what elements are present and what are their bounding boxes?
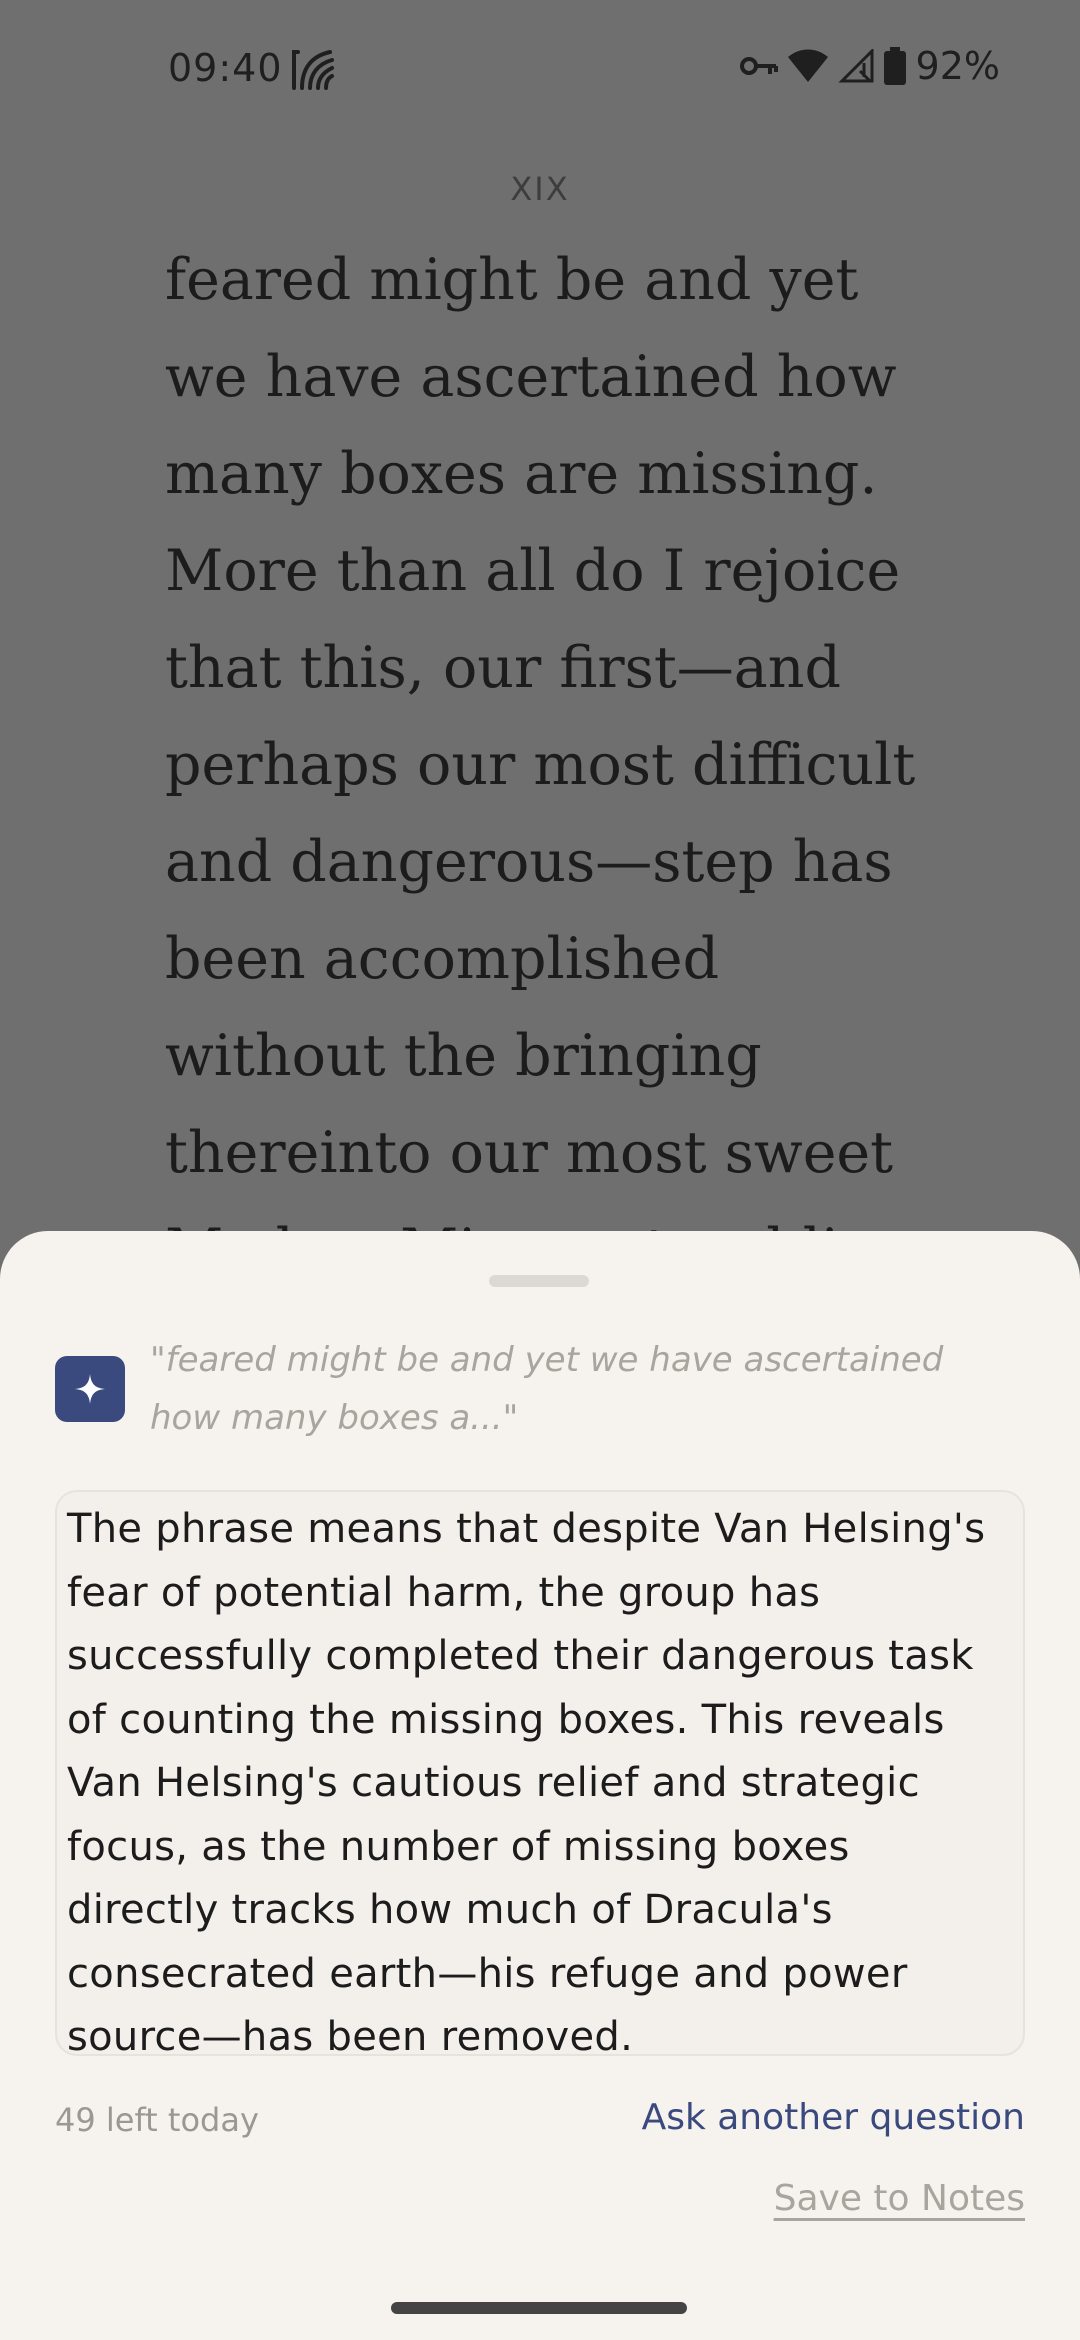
text-line: More than all do I rejoice	[165, 538, 901, 604]
text-line: feared might be and yet	[165, 247, 859, 313]
text-line: we have ascertained how	[165, 344, 897, 410]
battery-percentage: 92%	[915, 44, 1000, 88]
answer-text: The phrase means that despite Van Helsin…	[67, 1506, 986, 2060]
drag-handle[interactable]	[489, 1275, 589, 1287]
text-line: that this, our first—and	[165, 635, 841, 701]
book-page-text[interactable]: feared might be and yet we have ascertai…	[165, 232, 965, 1299]
text-line: perhaps our most difficult	[165, 732, 916, 798]
sparkle-icon	[55, 1356, 125, 1422]
ask-another-question-button[interactable]: Ask another question	[642, 2097, 1025, 2138]
app-notification-icon	[290, 46, 336, 92]
answer-box: The phrase means that despite Van Helsin…	[55, 1490, 1025, 2060]
wifi-icon	[787, 49, 828, 83]
status-time: 09:40	[168, 46, 283, 90]
cellular-signal-icon	[837, 49, 874, 83]
home-indicator[interactable]	[391, 2302, 687, 2314]
vpn-key-icon	[739, 55, 778, 77]
save-to-notes-button[interactable]: Save to Notes	[774, 2178, 1025, 2219]
chapter-label: XIX	[510, 170, 570, 208]
questions-remaining: 49 left today	[55, 2101, 259, 2139]
text-line: many boxes are missing.	[165, 441, 878, 507]
text-line: been accomplished	[165, 926, 720, 992]
status-right-group: 92%	[739, 44, 1000, 88]
text-line: and dangerous—step has	[165, 829, 893, 895]
selected-quote: "feared might be and yet we have ascerta…	[150, 1340, 944, 1438]
ai-explanation-sheet: "feared might be and yet we have ascerta…	[0, 1231, 1080, 2340]
status-bar: 09:40 92%	[0, 0, 1080, 140]
text-line: thereinto our most sweet	[165, 1120, 894, 1186]
text-line: without the bringing	[165, 1023, 762, 1089]
battery-icon	[883, 47, 906, 85]
